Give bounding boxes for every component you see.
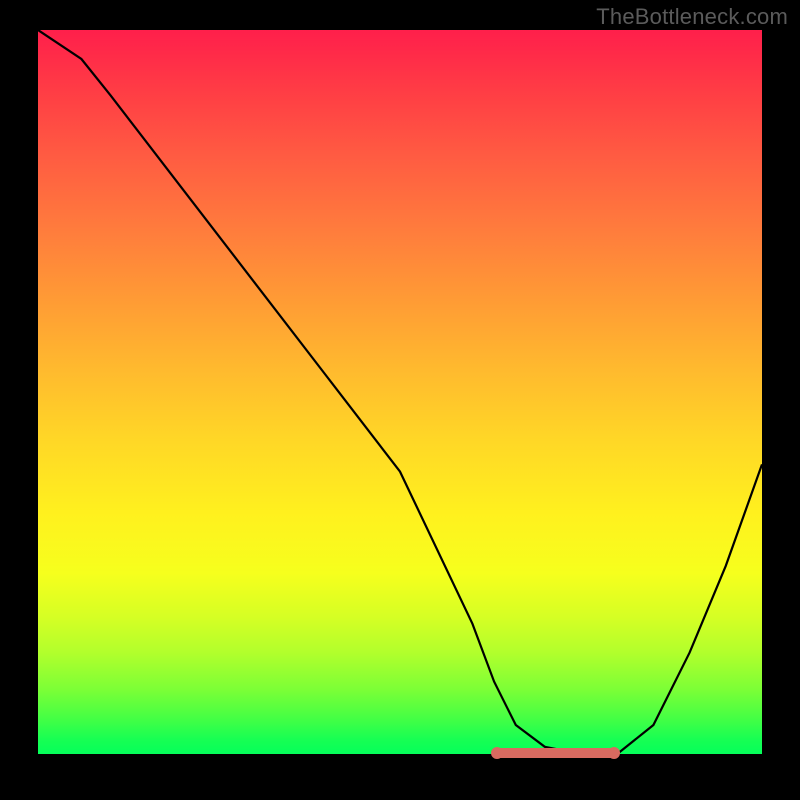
bottleneck-curve bbox=[38, 30, 762, 754]
watermark-text: TheBottleneck.com bbox=[596, 4, 788, 30]
valley-highlight bbox=[494, 748, 617, 758]
chart-frame: TheBottleneck.com bbox=[0, 0, 800, 800]
curve-path bbox=[38, 30, 762, 754]
